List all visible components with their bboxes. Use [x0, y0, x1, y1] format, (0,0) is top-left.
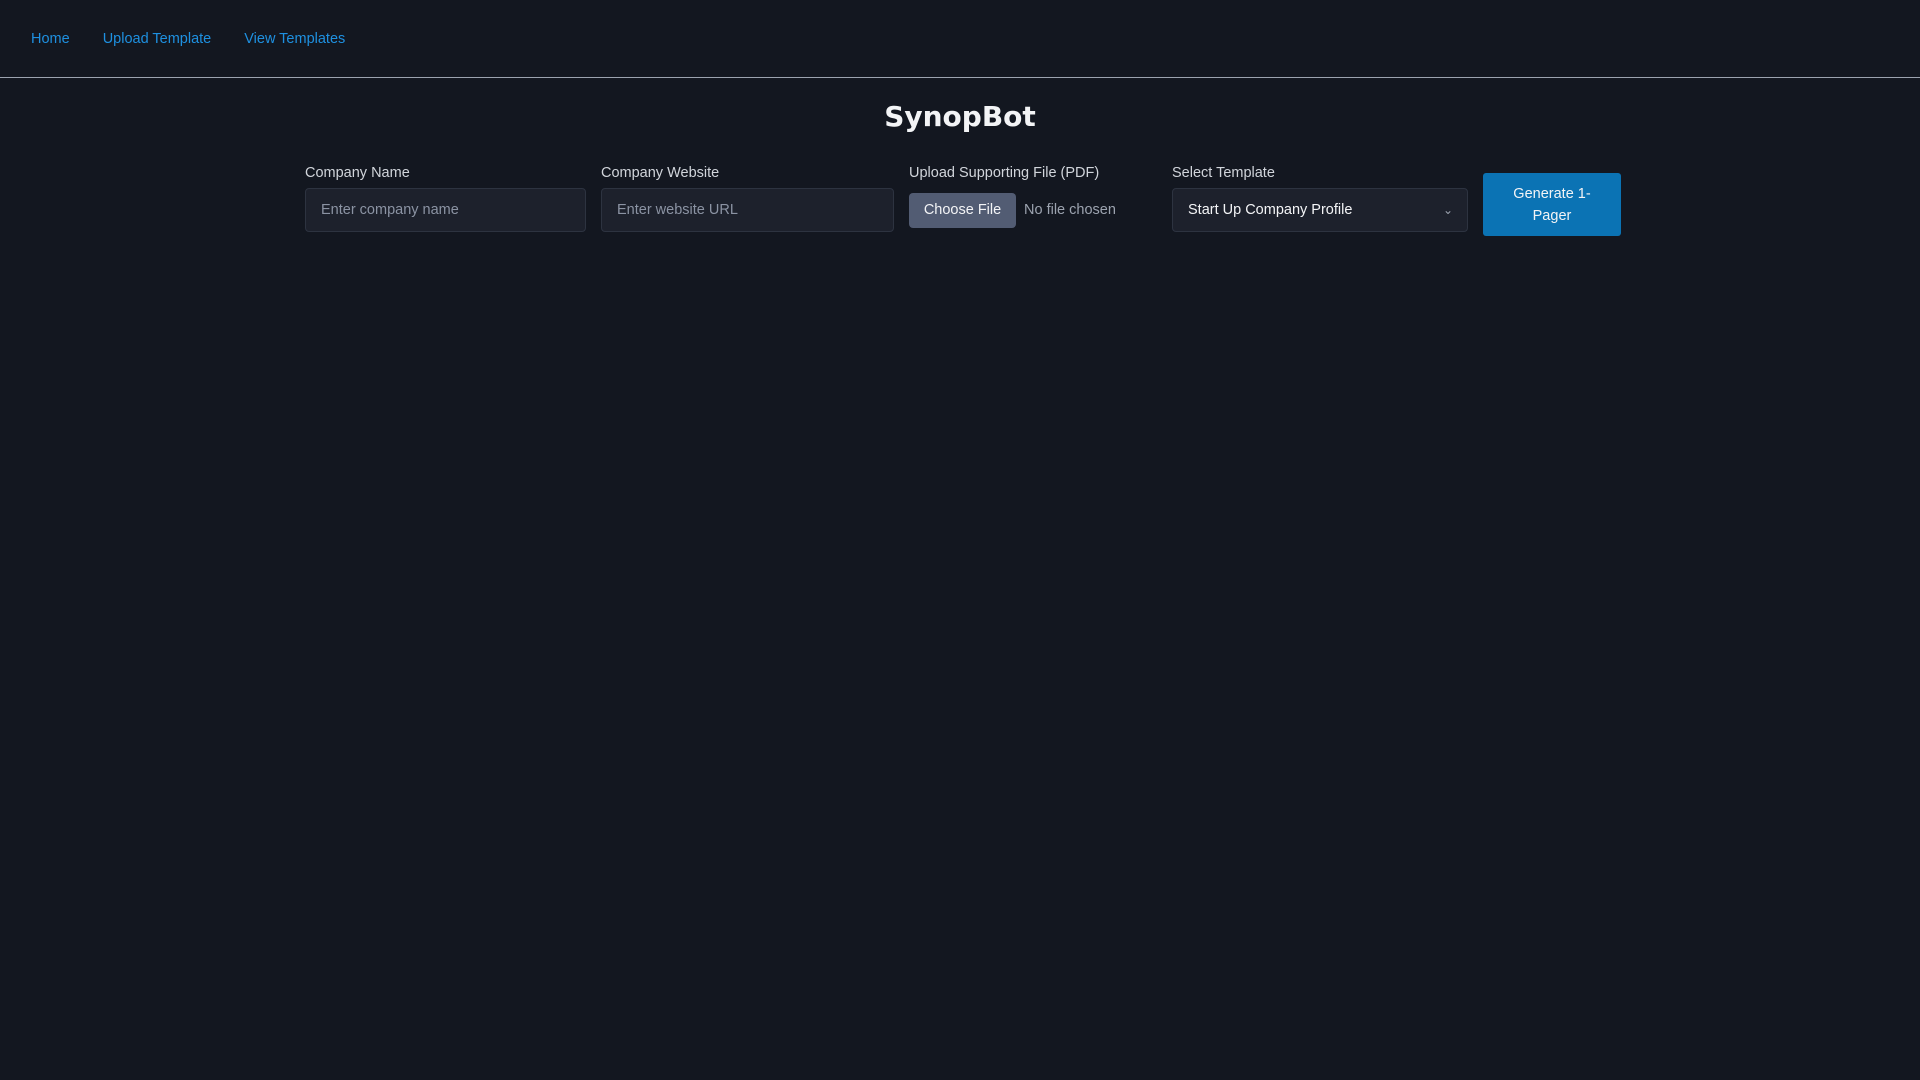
company-website-field: Company Website	[601, 163, 894, 232]
template-select[interactable]: Start Up Company Profile ⌄	[1172, 188, 1468, 232]
file-status-text: No file chosen	[1024, 202, 1116, 218]
company-name-field: Company Name	[305, 163, 586, 232]
company-website-label: Company Website	[601, 165, 720, 181]
template-field: Select Template Start Up Company Profile…	[1172, 163, 1468, 232]
upload-file-field: Upload Supporting File (PDF) Choose File…	[909, 163, 1157, 232]
company-name-input[interactable]	[305, 188, 586, 232]
file-input: Choose File No file chosen	[909, 188, 1157, 232]
nav-link-upload-template[interactable]: Upload Template	[103, 31, 212, 47]
generator-form: Company Name Company Website Upload Supp…	[305, 163, 1621, 236]
company-website-input[interactable]	[601, 188, 894, 232]
top-navbar: Home Upload Template View Templates	[0, 0, 1920, 78]
choose-file-button[interactable]: Choose File	[909, 192, 1016, 228]
page-title: SynopBot	[884, 100, 1036, 133]
nav-link-home[interactable]: Home	[31, 31, 70, 47]
nav-link-view-templates[interactable]: View Templates	[244, 31, 345, 47]
template-label: Select Template	[1172, 165, 1275, 181]
generate-one-pager-button[interactable]: Generate 1-Pager	[1483, 173, 1621, 236]
upload-file-label: Upload Supporting File (PDF)	[909, 165, 1100, 181]
company-name-label: Company Name	[305, 165, 410, 181]
template-selected-value: Start Up Company Profile	[1188, 202, 1353, 218]
chevron-down-icon: ⌄	[1442, 203, 1453, 217]
